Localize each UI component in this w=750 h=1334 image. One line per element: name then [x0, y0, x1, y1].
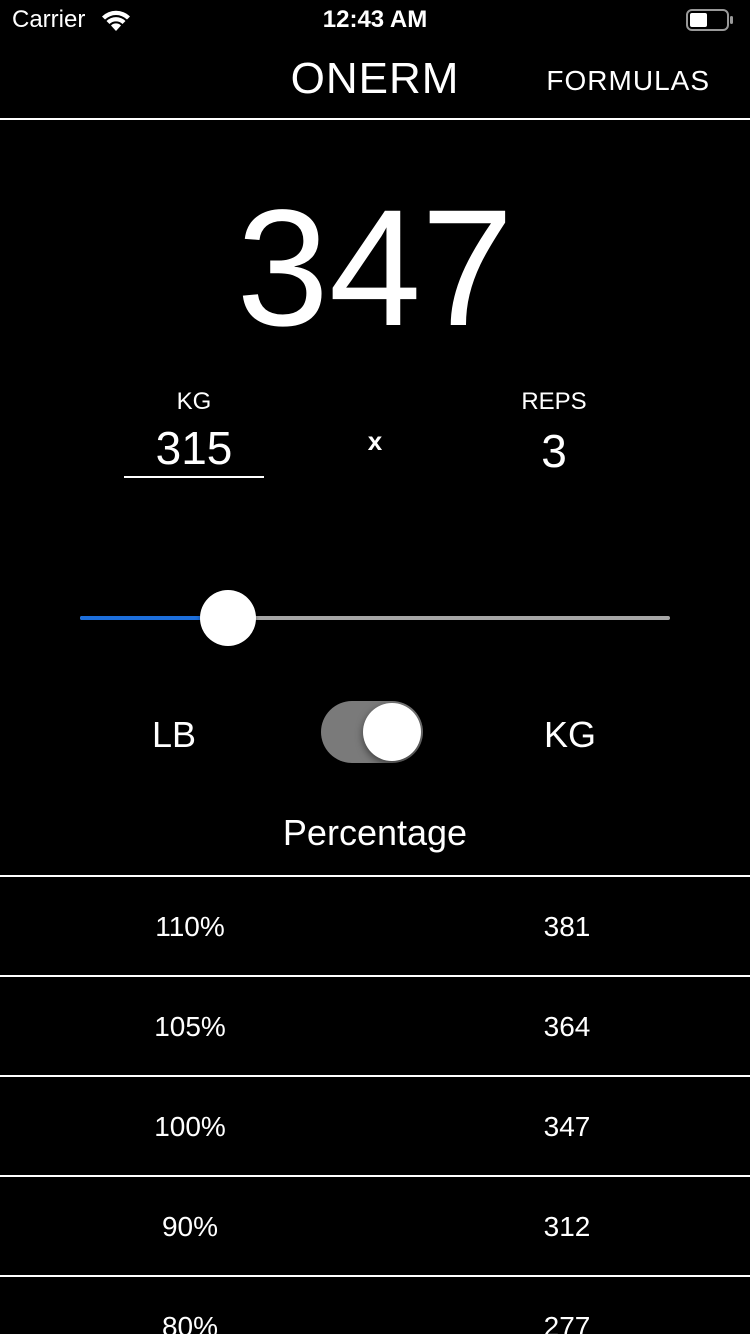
- row-percent: 80%: [161, 1311, 219, 1334]
- battery-icon: [686, 9, 733, 31]
- row-value: 312: [543, 1211, 591, 1242]
- formulas-button[interactable]: FORMULAS: [546, 65, 710, 97]
- status-bar: Carrier 12:43 AM: [0, 0, 750, 40]
- reps-label: REPS: [521, 388, 587, 415]
- weight-unit-label: KG: [176, 388, 212, 415]
- reps-slider[interactable]: [80, 590, 670, 646]
- one-rep-max-result: 347: [236, 176, 514, 361]
- status-time: 12:43 AM: [322, 6, 428, 33]
- percentage-title: Percentage: [282, 812, 468, 853]
- row-percent: 105%: [154, 1011, 226, 1042]
- toggle-knob[interactable]: [363, 703, 421, 761]
- unit-label-lb: LB: [151, 714, 197, 755]
- multiply-symbol: x: [367, 426, 383, 456]
- table-row: 90% 312: [0, 1177, 750, 1277]
- unit-label-kg: KG: [543, 714, 596, 755]
- table-row: 80% 277: [0, 1277, 750, 1334]
- table-row: 105% 364: [0, 977, 750, 1077]
- slider-thumb[interactable]: [200, 590, 256, 646]
- table-row: 110% 381: [0, 877, 750, 977]
- row-value: 381: [543, 911, 591, 942]
- table-row: 100% 347: [0, 1077, 750, 1177]
- navigation-bar: ONERM FORMULAS: [0, 40, 750, 120]
- weight-input[interactable]: [124, 420, 264, 478]
- row-value: 277: [543, 1311, 591, 1334]
- row-percent: 110%: [155, 911, 225, 942]
- app-screen: Carrier 12:43 AM ONERM FORMULAS 347 KG x…: [0, 0, 750, 1334]
- unit-toggle[interactable]: [321, 701, 423, 763]
- row-percent: 100%: [154, 1111, 226, 1142]
- reps-value: 3: [541, 425, 567, 477]
- percentage-table: 110% 381 105% 364 100% 347 90% 312 80% 2…: [0, 875, 750, 1334]
- row-percent: 90%: [161, 1211, 219, 1242]
- row-value: 364: [543, 1011, 591, 1042]
- row-value: 347: [543, 1111, 591, 1142]
